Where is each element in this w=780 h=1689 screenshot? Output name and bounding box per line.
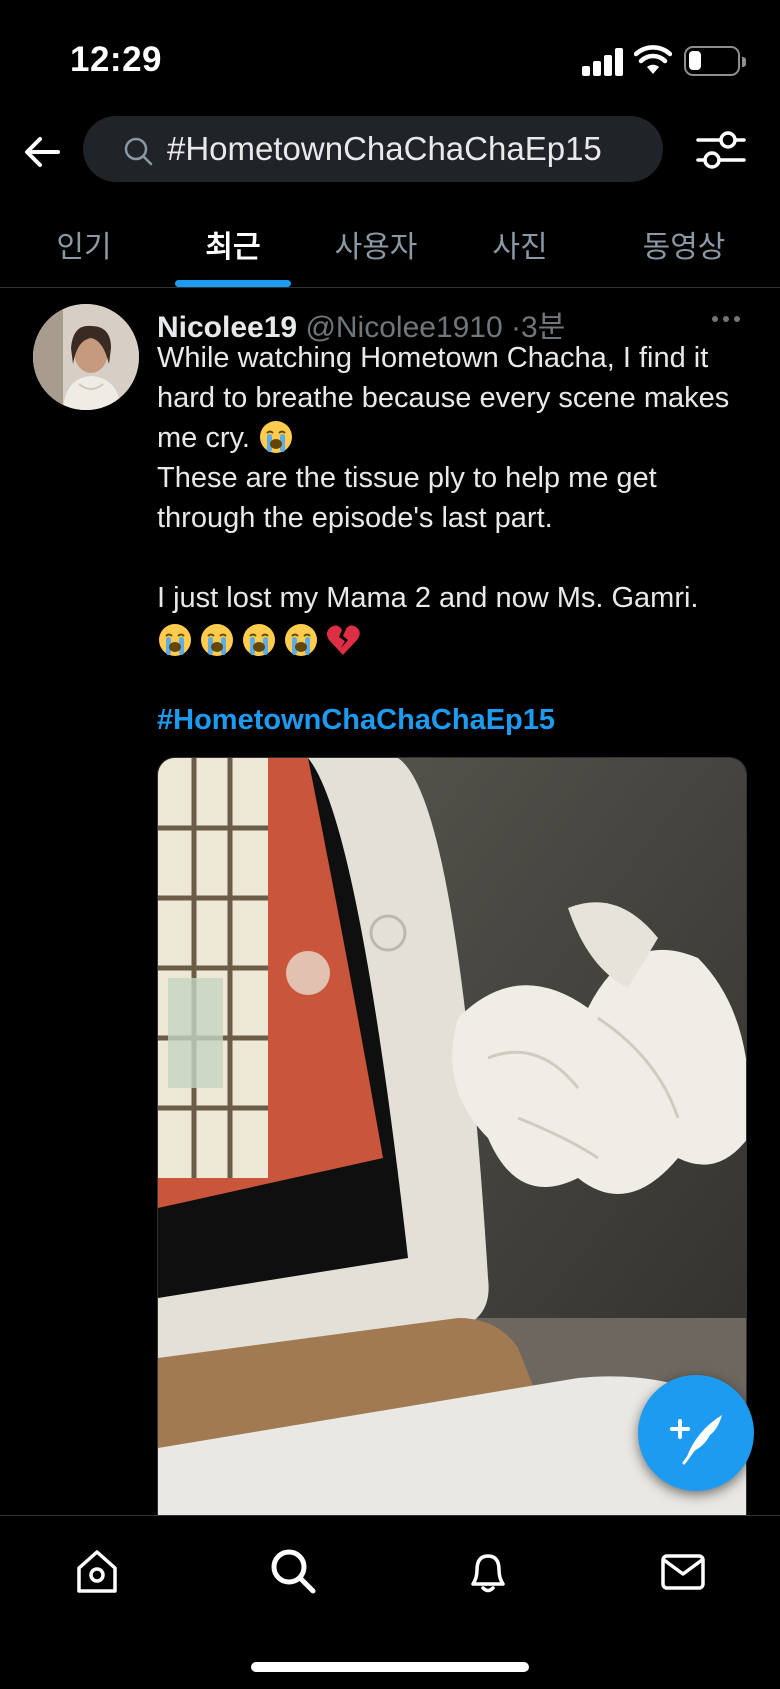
- battery-icon: [684, 46, 746, 76]
- compose-tweet-button[interactable]: [638, 1375, 754, 1491]
- tab-videos[interactable]: 동영상: [636, 222, 732, 266]
- tweet-line-2: These are the tissue ply to help me get …: [157, 462, 657, 534]
- broken-heart-icon: [326, 625, 360, 655]
- active-tab-indicator: [175, 280, 291, 287]
- emoji-row: [157, 620, 757, 660]
- bell-icon[interactable]: [463, 1546, 513, 1596]
- tweet-text: While watching Hometown Chacha, I find i…: [157, 338, 757, 740]
- more-options-icon[interactable]: [712, 308, 744, 332]
- loudly-crying-face-icon: [259, 421, 292, 453]
- search-query: #HometownChaChaChaEp15: [167, 130, 602, 167]
- filter-settings-icon[interactable]: [696, 128, 746, 172]
- tweet-line-3: I just lost my Mama 2 and now Ms. Gamri.: [157, 582, 699, 614]
- home-indicator: [251, 1662, 529, 1672]
- mail-icon[interactable]: [658, 1546, 708, 1596]
- loudly-crying-face-icon: [159, 624, 191, 656]
- tweet-line-1: While watching Hometown Chacha, I find i…: [157, 342, 730, 454]
- tab-popular[interactable]: 인기: [52, 222, 116, 266]
- compose-feather-icon: [670, 1415, 722, 1465]
- hashtag-link[interactable]: #HometownChaChaChaEp15: [157, 700, 757, 740]
- search-input[interactable]: #HometownChaChaChaEp15: [83, 116, 663, 182]
- search-icon[interactable]: [268, 1546, 318, 1596]
- bottom-navigation: [0, 1515, 780, 1689]
- status-time: 12:29: [70, 40, 163, 79]
- loudly-crying-face-icon: [243, 624, 275, 656]
- search-icon: [124, 137, 153, 166]
- search-tabs: 인기 최근 사용자 사진 동영상: [0, 200, 780, 288]
- tab-latest[interactable]: 최근: [188, 222, 278, 266]
- loudly-crying-face-icon: [285, 624, 317, 656]
- back-arrow-icon[interactable]: [20, 130, 64, 174]
- avatar[interactable]: [33, 304, 139, 410]
- wifi-icon: [634, 45, 672, 74]
- status-bar: 12:29: [0, 0, 780, 110]
- cellular-signal-icon: [582, 48, 624, 76]
- loudly-crying-face-icon: [201, 624, 233, 656]
- tab-photos[interactable]: 사진: [480, 222, 560, 266]
- search-header: #HometownChaChaChaEp15: [0, 110, 780, 200]
- tab-people[interactable]: 사용자: [330, 222, 422, 266]
- home-icon[interactable]: [72, 1546, 122, 1596]
